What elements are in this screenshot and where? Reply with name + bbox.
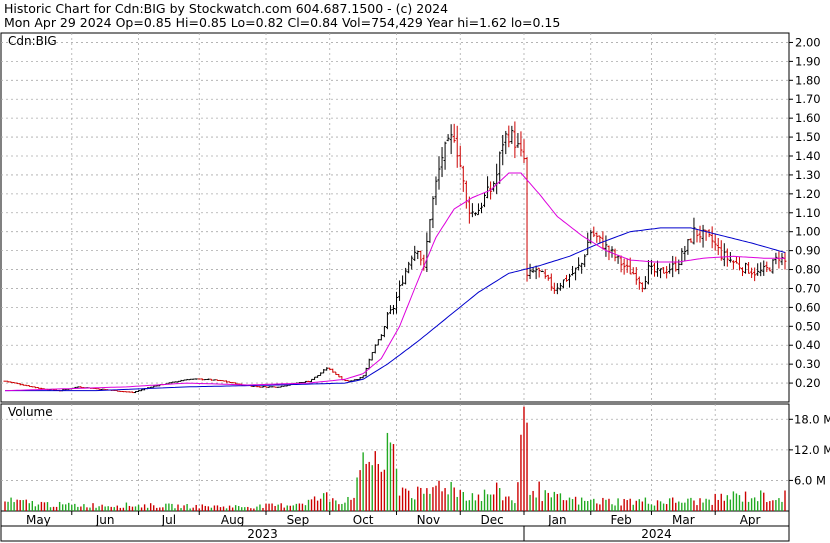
price-bars [3, 121, 787, 394]
month-label: Apr [740, 513, 761, 527]
price-tick-label: 1.60 [795, 111, 821, 125]
price-tick-label: 1.20 [795, 187, 821, 201]
price-tick-label: 1.90 [795, 54, 821, 68]
price-tick-label: 1.10 [795, 206, 821, 220]
price-tick-label: 1.80 [795, 73, 821, 87]
price-tick-label: 0.30 [795, 357, 821, 371]
month-label: Dec [481, 513, 504, 527]
price-tick-label: 1.40 [795, 149, 821, 163]
volume-tick-label: 12.0 M [794, 443, 830, 457]
price-tick-label: 0.80 [795, 263, 821, 277]
month-label: Sep [287, 513, 310, 527]
chart-frames [0, 32, 790, 542]
price-tick-label: 1.50 [795, 130, 821, 144]
month-label: Mar [672, 513, 695, 527]
price-volume-chart: 2.00 1.90 1.80 1.70 1.60 1.50 1.40 1.30 1.20 1.10… [0, 32, 830, 542]
price-tick-label: 1.00 [795, 225, 821, 239]
price-tick-label: 1.30 [795, 168, 821, 182]
month-label: Oct [353, 513, 374, 527]
volume-tick-label: 6.0 M [794, 473, 826, 487]
month-label: Aug [221, 513, 244, 527]
price-tick-label: 0.50 [795, 319, 821, 333]
price-tick-label: 0.70 [795, 281, 821, 295]
symbol-label: Cdn:BIG [8, 34, 57, 48]
volume-panel-frame [0, 403, 790, 512]
price-panel-frame [0, 32, 790, 403]
price-tick-label: 1.70 [795, 92, 821, 106]
month-label: Jul [161, 513, 176, 527]
month-label: Jun [95, 513, 115, 527]
volume-label: Volume [8, 405, 53, 419]
year-label: 2023 [247, 527, 278, 541]
month-label: Feb [610, 513, 631, 527]
month-label: May [26, 513, 51, 527]
volume-tick-label: 18.0 M [794, 412, 830, 426]
price-tick-label: 0.20 [795, 376, 821, 390]
price-tick-label: 2.00 [795, 35, 821, 49]
volume-bars [4, 406, 786, 511]
price-tick-label: 0.40 [795, 338, 821, 352]
moving-average-long [5, 227, 786, 392]
month-axis-frame [0, 510, 790, 527]
month-label: Jan [547, 513, 567, 527]
month-label: Nov [417, 513, 440, 527]
price-tick-label: 0.90 [795, 244, 821, 258]
price-tick-label: 0.60 [795, 300, 821, 314]
year-label: 2024 [641, 527, 672, 541]
grid-lines [1, 33, 793, 541]
moving-averages [5, 172, 786, 392]
stock-chart: Historic Chart for Cdn:BIG by Stockwatch… [0, 0, 830, 543]
